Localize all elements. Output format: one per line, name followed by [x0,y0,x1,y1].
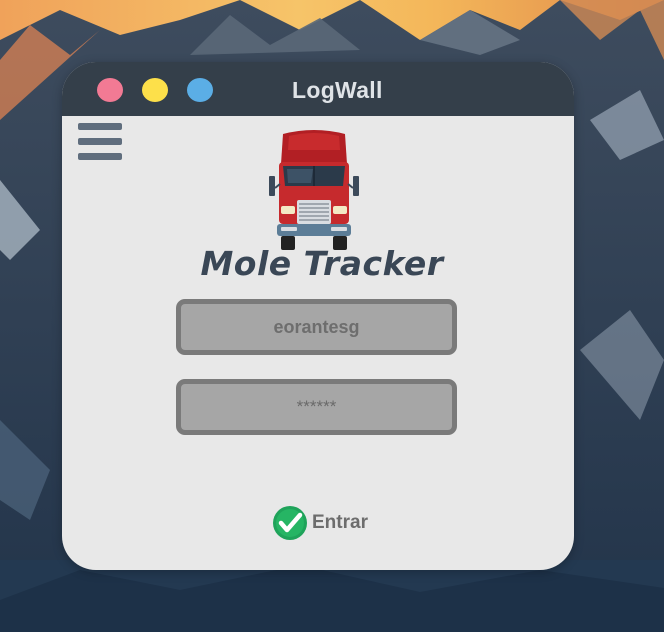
red-semi-truck-icon [269,130,359,250]
minimize-window-button[interactable] [142,78,168,102]
password-input[interactable] [181,384,452,430]
window-titlebar[interactable]: LogWall [62,62,574,116]
app-name: Mole Tracker [200,244,444,283]
hamburger-menu-icon[interactable] [78,123,122,161]
maximize-window-button[interactable] [187,78,213,102]
username-input[interactable] [181,304,452,350]
login-button-label: Entrar [312,512,368,533]
logwall-window: LogWall Mole Tracker eorantesg ****** En… [62,62,574,570]
close-window-button[interactable] [97,78,123,102]
window-title: LogWall [292,77,383,103]
login-button[interactable]: Entrar [272,505,382,541]
green-check-circle-icon [273,506,307,540]
username-field[interactable] [176,299,457,355]
password-field[interactable] [176,379,457,435]
